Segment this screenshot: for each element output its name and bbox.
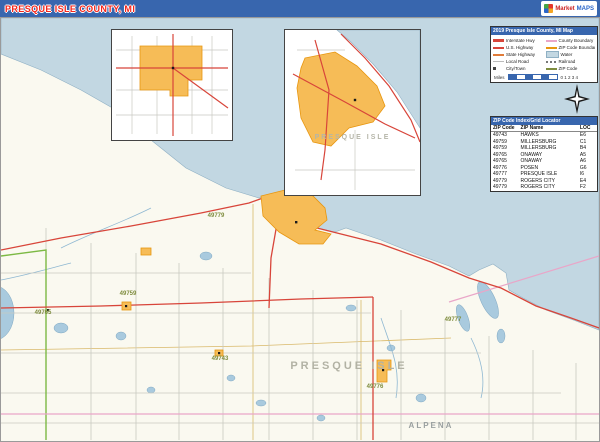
state-highway-swatch-icon — [493, 54, 504, 56]
table-row: 49777 PRESQUE ISLE I6 — [491, 171, 597, 178]
water-swatch-icon — [546, 51, 559, 58]
compass-rose-icon — [564, 84, 590, 114]
zip-index-panel: ZIP Code Index/Grid Locator ZIP Code ZIP… — [490, 116, 598, 192]
zip-boundary-swatch-icon — [546, 47, 557, 49]
logo-pixel-icon — [544, 4, 553, 13]
inset1-zip-zone — [140, 46, 202, 96]
legend-item: Railroad — [546, 58, 596, 65]
local-road-swatch-icon — [493, 61, 504, 63]
logo-text-maps: MAPS — [577, 6, 594, 12]
brand-logo: Market MAPS — [541, 1, 597, 16]
map-canvas: 49779 49759 49765 49743 49776 49777 PRES… — [0, 17, 600, 442]
zip-label-49777: 49777 — [445, 317, 462, 323]
compass-rose — [564, 84, 590, 114]
inset-onaway — [111, 29, 233, 141]
legend-item: Local Road — [493, 58, 543, 65]
county-name-label: PRESQUE ISLE — [249, 360, 449, 372]
zip-code-swatch-icon — [546, 68, 557, 70]
legend-item: ZIP Code Boundary — [546, 44, 596, 51]
zip-label-49765: 49765 — [35, 310, 52, 316]
inset1-town-dot — [172, 67, 174, 69]
inset-rogers-city: PRESQUE ISLE — [284, 29, 421, 196]
city-town-swatch-icon — [493, 67, 496, 70]
table-row: 49743 HAWKS E6 — [491, 132, 597, 139]
zip-label-49779: 49779 — [208, 213, 225, 219]
legend-item: City/Town — [493, 65, 543, 72]
zip-index-table: ZIP Code ZIP Name LOC 49743 HAWKS E6 497… — [491, 125, 597, 191]
railroad-swatch-icon — [546, 61, 557, 63]
legend-item: ZIP Code — [546, 65, 596, 72]
title-bar: PRESQUE ISLE COUNTY, MI — [0, 0, 600, 17]
inset-rogers-city-map — [285, 30, 420, 195]
logo-text-market: Market — [555, 6, 574, 12]
legend-item: U.S. Highway — [493, 44, 543, 51]
legend-items: Interstate Hwy County Boundary U.S. High… — [491, 35, 597, 73]
scale-label: Miles — [494, 75, 505, 80]
us-highway-swatch-icon — [493, 47, 504, 49]
zip-label-49743: 49743 — [212, 356, 229, 362]
interstate-swatch-icon — [493, 39, 504, 42]
county-boundary-swatch-icon — [546, 40, 557, 42]
zip-label-49776: 49776 — [367, 384, 384, 390]
legend-item: Water — [546, 51, 596, 58]
table-row: 49779 ROGERS CITY F2 — [491, 184, 597, 191]
neighbor-county-label: ALPENA — [371, 421, 491, 430]
inset2-county-label: PRESQUE ISLE — [285, 134, 420, 141]
zip-index-title: ZIP Code Index/Grid Locator — [491, 117, 597, 125]
inset2-town-dot — [354, 99, 356, 101]
zip-label-49759: 49759 — [120, 291, 137, 297]
page-title: PRESQUE ISLE COUNTY, MI — [5, 4, 135, 14]
legend-item: Interstate Hwy — [493, 37, 543, 44]
col-header-zip: ZIP Code — [491, 125, 519, 132]
legend-panel: 2019 Presque Isle County, MI Map Interst… — [490, 26, 598, 83]
scale-values: 0 1 2 3 4 — [561, 75, 579, 80]
inset-onaway-map — [112, 30, 232, 140]
scale-bar: Miles 0 1 2 3 4 — [491, 73, 597, 82]
scale-bar-icon — [508, 74, 558, 80]
legend-item: County Boundary — [546, 37, 596, 44]
legend-title: 2019 Presque Isle County, MI Map — [491, 27, 597, 35]
table-row: 49759 MILLERSBURG B4 — [491, 145, 597, 152]
legend-item: State Highway — [493, 51, 543, 58]
map-product-page: PRESQUE ISLE COUNTY, MI Market MAPS — [0, 0, 600, 442]
